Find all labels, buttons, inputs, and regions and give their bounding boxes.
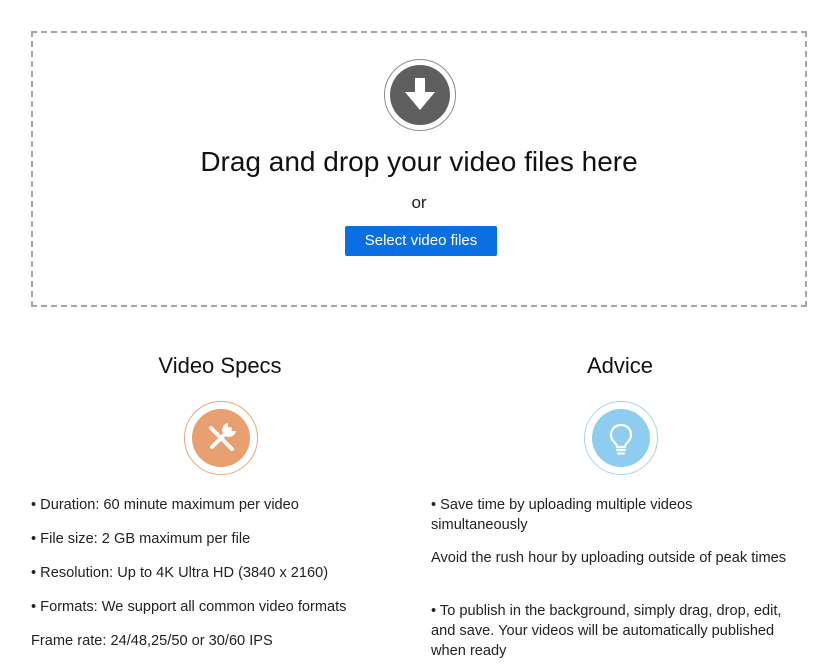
dropzone-title: Drag and drop your video files here (200, 146, 638, 177)
tools-icon (184, 401, 258, 475)
specs-item: • File size: 2 GB maximum per file (31, 531, 251, 547)
advice-item: Avoid the rush hour by uploading outside… (431, 550, 787, 566)
select-video-files-button[interactable]: Select video files (345, 226, 497, 256)
upload-dropzone[interactable]: Drag and drop your video files here or S… (31, 31, 807, 307)
download-arrow-icon (384, 59, 456, 131)
specs-item: • Duration: 60 minute maximum per video (31, 497, 299, 513)
advice-item: • To publish in the background, simply d… (431, 603, 782, 659)
video-specs-title: Video Specs (158, 353, 282, 378)
lightbulb-icon (584, 401, 658, 475)
advice-item: • Save time by uploading multiple videos… (431, 497, 693, 533)
specs-item: • Resolution: Up to 4K Ultra HD (3840 x … (31, 565, 329, 581)
dropzone-or-text: or (411, 193, 427, 212)
specs-item: Frame rate: 24/48,25/50 or 30/60 IPS (31, 633, 273, 649)
specs-item: • Formats: We support all common video f… (31, 599, 347, 615)
advice-title: Advice (586, 353, 654, 378)
